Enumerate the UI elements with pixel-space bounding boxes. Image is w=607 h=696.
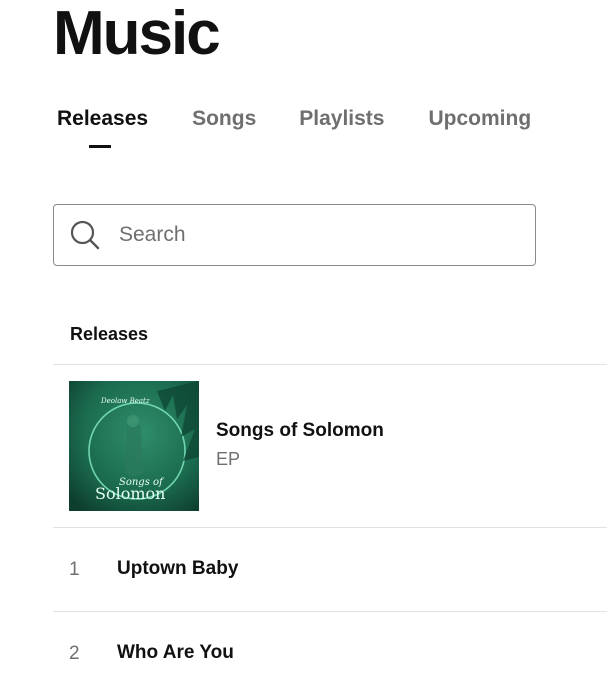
tab-songs[interactable]: Songs <box>192 104 256 134</box>
tab-releases[interactable]: Releases <box>57 104 149 148</box>
search-input[interactable] <box>119 223 499 247</box>
track-number: 1 <box>69 559 80 580</box>
tab-label: Releases <box>57 107 149 130</box>
releases-section-header: Releases <box>70 324 149 344</box>
tab-label: Upcoming <box>428 107 532 130</box>
cover-artist-text: Deolaw Beatz <box>100 397 150 405</box>
track-row[interactable]: 2 Who Are You <box>53 612 607 696</box>
release-cover-art: Deolaw Beatz Songs of Solomon <box>69 381 199 511</box>
tab-active-indicator <box>89 145 111 148</box>
tab-bar: Releases Songs Playlists Upcoming <box>57 104 531 148</box>
track-title[interactable]: Who Are You <box>117 642 234 664</box>
track-row[interactable]: 1 Uptown Baby <box>53 528 607 612</box>
track-number: 2 <box>69 643 80 664</box>
track-title[interactable]: Uptown Baby <box>117 558 238 580</box>
release-title[interactable]: Songs of Solomon <box>216 420 384 442</box>
release-item[interactable]: Deolaw Beatz Songs of Solomon Songs of S… <box>53 365 607 527</box>
search-box[interactable] <box>53 204 536 266</box>
search-icon <box>69 219 101 251</box>
tab-label: Playlists <box>299 107 385 130</box>
cover-title-line2: Solomon <box>95 484 165 503</box>
tab-upcoming[interactable]: Upcoming <box>428 104 531 134</box>
tab-label: Songs <box>192 107 257 130</box>
release-type: EP <box>216 449 241 469</box>
page-title: Music <box>53 0 221 68</box>
tab-playlists[interactable]: Playlists <box>299 104 384 134</box>
